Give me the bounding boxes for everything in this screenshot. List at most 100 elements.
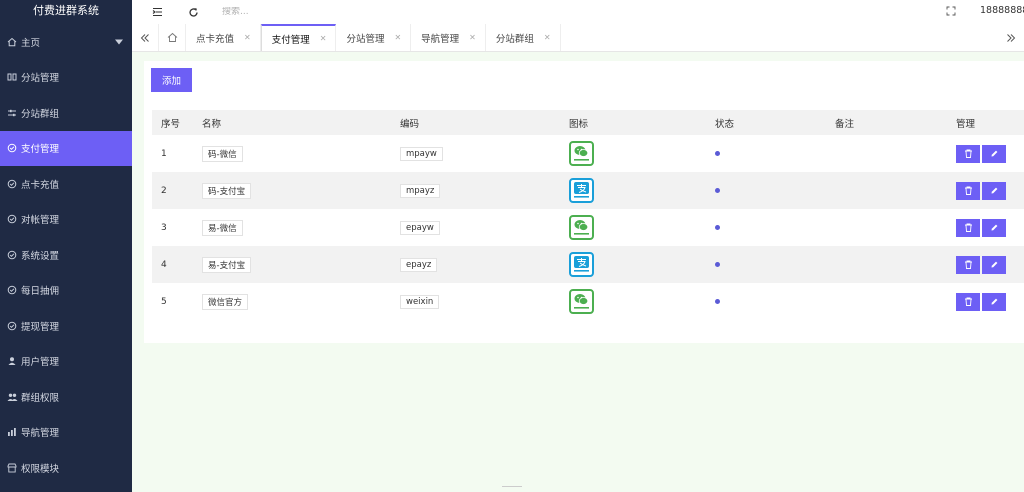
row-index: 2 (161, 185, 167, 196)
column-header: 编码 (400, 118, 420, 130)
tab-label: 导航管理 (421, 33, 460, 45)
sidebar-item-label: 权限模块 (21, 463, 60, 475)
sidebar-item-home[interactable]: 主页 (0, 24, 132, 60)
alipay-icon (569, 178, 594, 203)
delete-button[interactable] (956, 181, 980, 200)
sidebar-item-label: 群组权限 (21, 392, 60, 404)
pencil-icon (991, 261, 997, 268)
wechat-pay-icon (569, 289, 594, 314)
close-icon[interactable]: ✕ (469, 33, 476, 42)
close-icon[interactable]: ✕ (394, 33, 401, 42)
users-icon (6, 392, 18, 402)
tab-substation[interactable]: 分站管理 ✕ (336, 24, 412, 51)
row-remark (826, 135, 947, 172)
edit-button[interactable] (982, 292, 1006, 311)
pencil-icon (991, 150, 997, 157)
status-dot (715, 187, 720, 193)
status-dot (715, 261, 720, 267)
trash-icon (964, 149, 972, 158)
row-name: 易-微信 (202, 219, 243, 236)
footer-divider (502, 486, 522, 492)
table-row: 3 易-微信 epayw (152, 209, 1024, 246)
home-icon (6, 37, 18, 47)
sidebar-item-payment[interactable]: 支付管理 (0, 130, 132, 166)
sidebar-item-label: 支付管理 (21, 144, 60, 156)
sidebar-item-reconciliation[interactable]: 对帐管理 (0, 202, 132, 238)
row-remark (826, 283, 947, 320)
close-icon[interactable]: ✕ (544, 33, 551, 42)
sidebar-item-label: 用户管理 (21, 357, 60, 369)
trash-icon (964, 223, 972, 232)
row-code: epayw (400, 220, 440, 235)
check-circle-icon (6, 214, 18, 224)
sidebar-item-system-settings[interactable]: 系统设置 (0, 237, 132, 273)
row-name: 码-微信 (202, 145, 243, 162)
sidebar-item-label: 每日抽佣 (21, 286, 60, 298)
tab-label: 点卡充值 (196, 33, 235, 45)
column-header: 管理 (956, 118, 976, 130)
table-row: 2 码-支付宝 mpayz (152, 172, 1024, 209)
user-icon (6, 356, 18, 366)
close-icon[interactable]: ✕ (244, 33, 251, 42)
row-index: 1 (161, 148, 167, 159)
tab-scroll-left-icon[interactable] (132, 24, 158, 51)
pencil-icon (991, 298, 997, 305)
refresh-icon[interactable] (182, 7, 204, 18)
row-name: 易-支付宝 (202, 256, 252, 273)
sidebar-item-users[interactable]: 用户管理 (0, 344, 132, 380)
sidebar-item-withdrawal[interactable]: 提现管理 (0, 308, 132, 344)
row-code: mpayw (400, 146, 443, 161)
column-header: 状态 (715, 118, 735, 130)
sliders-icon (6, 108, 18, 118)
sidebar-item-permission-modules[interactable]: 权限模块 (0, 450, 132, 486)
pencil-icon (991, 224, 997, 231)
column-header: 序号 (161, 118, 181, 130)
top-bar: 18888888888 (132, 0, 1024, 24)
sidebar-item-daily-commission[interactable]: 每日抽佣 (0, 273, 132, 309)
chevron-down-icon (115, 39, 123, 45)
delete-button[interactable] (956, 255, 980, 274)
store-icon (6, 463, 18, 473)
fullscreen-icon[interactable] (946, 6, 956, 19)
row-name: 微信官方 (202, 293, 249, 310)
trash-icon (964, 297, 972, 306)
edit-button[interactable] (982, 181, 1006, 200)
sidebar-item-substation[interactable]: 分站管理 (0, 60, 132, 96)
edit-button[interactable] (982, 144, 1006, 163)
tab-navigation[interactable]: 导航管理 ✕ (411, 24, 486, 51)
app-title: 付费进群系统 (33, 4, 99, 17)
tab-payment[interactable]: 支付管理 ✕ (260, 24, 337, 51)
table-row: 5 微信官方 weixin (152, 283, 1024, 320)
delete-button[interactable] (956, 144, 980, 163)
tab-substation-groups[interactable]: 分站群组 ✕ (486, 24, 561, 51)
tab-label: 分站群组 (495, 33, 534, 45)
menu-toggle-icon[interactable] (146, 7, 168, 17)
check-circle-icon (6, 250, 18, 260)
username[interactable]: 18888888888 (980, 5, 1024, 16)
row-remark (826, 209, 947, 246)
tab-home-icon[interactable] (158, 24, 186, 51)
bar-chart-icon (6, 427, 18, 437)
sidebar-item-label: 主页 (21, 37, 41, 49)
tab-card-recharge[interactable]: 点卡充值 ✕ (186, 24, 261, 51)
sidebar-item-substation-groups[interactable]: 分站群组 (0, 95, 132, 131)
sidebar-item-navigation[interactable]: 导航管理 (0, 415, 132, 451)
add-button[interactable]: 添加 (151, 68, 192, 92)
check-circle-icon (6, 321, 18, 331)
table-row: 4 易-支付宝 epayz (152, 246, 1024, 283)
edit-button[interactable] (982, 255, 1006, 274)
delete-button[interactable] (956, 218, 980, 237)
search-input[interactable] (222, 7, 422, 17)
sidebar-item-card-recharge[interactable]: 点卡充值 (0, 166, 132, 202)
row-code: epayz (400, 257, 438, 272)
row-remark (826, 246, 947, 283)
sidebar-item-label: 点卡充值 (21, 179, 60, 191)
close-icon[interactable]: ✕ (320, 34, 327, 43)
sidebar-item-label: 分站管理 (21, 73, 60, 85)
row-name: 码-支付宝 (202, 182, 252, 199)
tab-scroll-right-icon[interactable] (998, 24, 1024, 52)
payment-table: 序号 名称 编码 图标 状态 备注 管理 1 码-微信 mpayw 2 码-支付… (152, 110, 1024, 320)
delete-button[interactable] (956, 292, 980, 311)
edit-button[interactable] (982, 218, 1006, 237)
sidebar-item-group-permissions[interactable]: 群组权限 (0, 379, 132, 415)
